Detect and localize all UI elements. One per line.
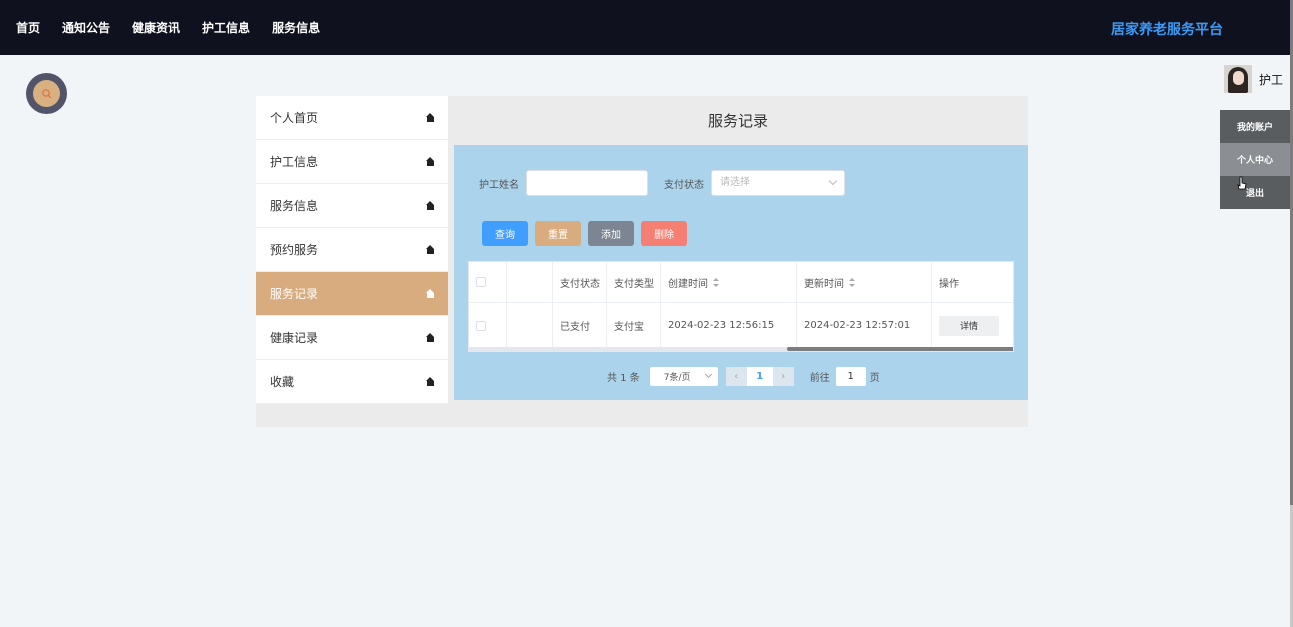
sidebar-item-label: 预约服务	[270, 243, 319, 257]
goto-suffix: 页	[869, 373, 880, 384]
sidebar-item-label: 健康记录	[270, 331, 319, 345]
home-icon	[426, 377, 435, 386]
goto-page-input[interactable]: 1	[835, 367, 866, 386]
avatar[interactable]	[1224, 65, 1252, 93]
sidebar-item-label: 服务信息	[270, 199, 319, 213]
sidebar-item-service-info[interactable]: 服务信息	[256, 184, 448, 228]
sidebar-item-label: 收藏	[270, 375, 295, 389]
nav-health-news[interactable]: 健康资讯	[132, 19, 180, 36]
pay-status-label: 支付状态	[664, 179, 704, 191]
prev-page-button[interactable]: ‹	[725, 367, 747, 386]
sidebar-item-label: 服务记录	[270, 287, 319, 301]
table-scrollbar-thumb[interactable]	[787, 347, 1013, 351]
sidebar-item-label: 个人首页	[270, 111, 319, 125]
home-icon	[426, 113, 435, 122]
site-brand: 居家养老服务平台	[1111, 22, 1223, 38]
header-created-time[interactable]: 创建时间	[661, 262, 797, 302]
filter-bar: 护工姓名 支付状态 请选择	[479, 170, 845, 196]
nav-home[interactable]: 首页	[16, 19, 40, 36]
sidebar-item-health-records[interactable]: 健康记录	[256, 316, 448, 360]
query-button[interactable]: 查询	[482, 221, 528, 246]
nav-notices[interactable]: 通知公告	[62, 19, 110, 36]
sidebar-item-label: 护工信息	[270, 155, 319, 169]
chevron-left-icon: ‹	[734, 371, 739, 382]
top-navbar: 首页 通知公告 健康资讯 护工信息 服务信息 居家养老服务平台	[0, 0, 1290, 55]
user-profile[interactable]: 护工	[1224, 65, 1283, 93]
cell-pay-type: 支付宝	[607, 303, 661, 348]
main-nav: 首页 通知公告 健康资讯 护工信息 服务信息	[16, 0, 342, 55]
header-label: 更新时间	[804, 278, 844, 290]
table-header-cell	[507, 262, 553, 302]
records-content: 护工姓名 支付状态 请选择 查询 重置 添加 删除 支付状态 支付类型 创建时间…	[454, 145, 1028, 400]
pay-status-placeholder: 请选择	[720, 177, 750, 188]
goto-label: 前往	[809, 373, 830, 384]
pagination: 共 1 条 7条/页 ‹ 1 › 前往 1 页	[607, 367, 880, 386]
home-icon	[426, 333, 435, 342]
caregiver-name-label: 护工姓名	[479, 179, 519, 191]
page-size-select[interactable]: 7条/页	[649, 367, 718, 386]
detail-button[interactable]: 详情	[939, 315, 999, 336]
select-all-checkbox[interactable]	[476, 277, 486, 287]
user-dropdown-menu: 我的账户 个人中心 退出	[1220, 110, 1290, 209]
page-size-value: 7条/页	[663, 373, 691, 383]
home-icon	[426, 157, 435, 166]
cell-actions: 详情	[932, 303, 1012, 348]
total-count: 共 1 条	[607, 373, 640, 384]
sidebar-item-service-records[interactable]: 服务记录	[256, 272, 448, 316]
next-page-button[interactable]: ›	[772, 367, 794, 386]
sidebar-item-booking[interactable]: 预约服务	[256, 228, 448, 272]
sidebar-item-caregiver-info[interactable]: 护工信息	[256, 140, 448, 184]
sort-icon[interactable]	[713, 277, 719, 287]
header-pay-status: 支付状态	[553, 262, 607, 302]
menu-personal-center[interactable]: 个人中心	[1220, 143, 1290, 176]
page-number[interactable]: 1	[746, 367, 773, 386]
header-pay-type: 支付类型	[607, 262, 661, 302]
home-icon	[426, 245, 435, 254]
user-name: 护工	[1259, 72, 1284, 87]
pay-status-select[interactable]: 请选择	[711, 170, 845, 196]
sort-icon[interactable]	[849, 277, 855, 287]
floating-search-button[interactable]	[26, 73, 67, 114]
row-checkbox[interactable]	[476, 320, 486, 331]
chevron-right-icon: ›	[781, 371, 786, 382]
add-button[interactable]: 添加	[588, 221, 634, 246]
header-actions: 操作	[939, 278, 959, 290]
mouse-cursor-icon	[1237, 176, 1247, 190]
table-header-row: 支付状态 支付类型 创建时间 更新时间 操作	[469, 262, 1013, 303]
menu-my-account[interactable]: 我的账户	[1220, 110, 1290, 143]
menu-logout[interactable]: 退出	[1220, 176, 1290, 209]
page-title: 服务记录	[707, 112, 768, 130]
home-icon	[426, 201, 435, 210]
chevron-down-icon	[704, 370, 712, 379]
chevron-down-icon	[828, 176, 838, 186]
row-checkbox-cell[interactable]	[469, 303, 507, 348]
nav-service-info[interactable]: 服务信息	[272, 19, 320, 36]
reset-button[interactable]: 重置	[535, 221, 581, 246]
records-table: 支付状态 支付类型 创建时间 更新时间 操作 已支付 支付宝 2024-02-2…	[468, 261, 1014, 352]
sidebar-item-profile-home[interactable]: 个人首页	[256, 96, 448, 140]
caregiver-name-input[interactable]	[526, 170, 648, 196]
table-horizontal-scrollbar[interactable]	[469, 347, 1013, 351]
cell-pay-status: 已支付	[553, 303, 607, 348]
sidebar-item-favorites[interactable]: 收藏	[256, 360, 448, 404]
cell-created-time: 2024-02-23 12:56:15	[661, 303, 797, 348]
table-row: 已支付 支付宝 2024-02-23 12:56:15 2024-02-23 1…	[469, 303, 1013, 348]
header-label: 创建时间	[668, 278, 708, 290]
nav-caregiver-info[interactable]: 护工信息	[202, 19, 250, 36]
sidebar: 个人首页 护工信息 服务信息 预约服务 服务记录 健康记录 收藏	[256, 96, 448, 404]
select-all-checkbox-cell[interactable]	[469, 262, 507, 302]
main-panel: 个人首页 护工信息 服务信息 预约服务 服务记录 健康记录 收藏 服务记录 护工…	[256, 96, 1028, 427]
delete-button[interactable]: 删除	[641, 221, 687, 246]
home-icon	[426, 289, 435, 298]
table-cell	[507, 303, 553, 348]
header-updated-time[interactable]: 更新时间	[797, 262, 932, 302]
search-icon	[33, 80, 60, 107]
action-buttons: 查询 重置 添加 删除	[482, 221, 694, 246]
cell-updated-time: 2024-02-23 12:57:01	[797, 303, 932, 348]
